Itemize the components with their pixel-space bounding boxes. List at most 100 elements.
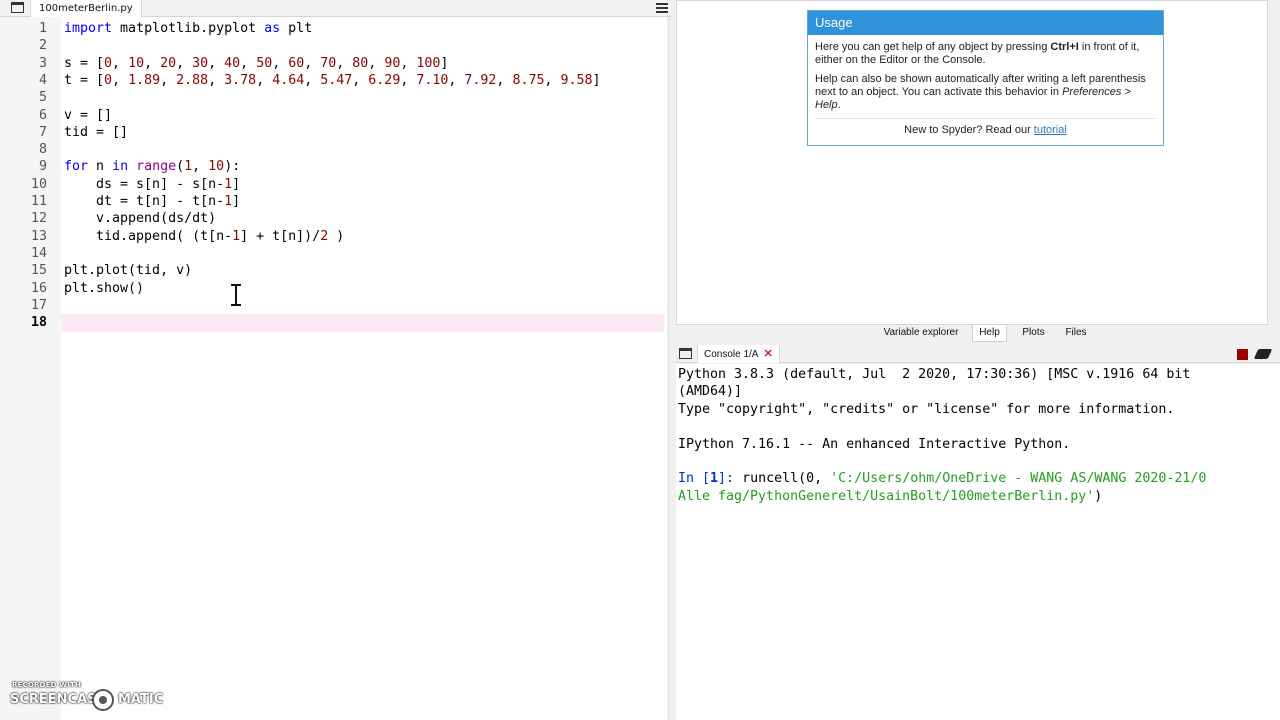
console-input-line-cont: Alle fag/PythonGenerelt/UsainBolt/100met… bbox=[678, 488, 1102, 505]
text-cursor-icon bbox=[230, 283, 242, 307]
tab-files[interactable]: Files bbox=[1060, 325, 1092, 342]
number-literal: 0 bbox=[104, 72, 113, 88]
current-line-highlight bbox=[61, 314, 664, 332]
code-text: ) bbox=[328, 228, 345, 244]
right-pane-tabs: Variable explorer Help Plots Files bbox=[676, 325, 1280, 342]
code-line-3: s = [0, 10, 20, 30, 40, 50, 60, 70, 80, … bbox=[64, 55, 449, 71]
ipython-console[interactable]: Python 3.8.3 (default, Jul 2 2020, 17:30… bbox=[676, 364, 1280, 720]
code-text: n bbox=[88, 159, 113, 175]
help-text: New to Spyder? Read our bbox=[904, 124, 1034, 136]
number-literal: 1 bbox=[224, 176, 233, 192]
editor-pane: 100meterBerlin.py✕ 1 2 3 4 5 6 7 8 9 10 … bbox=[0, 0, 671, 720]
number-literal: 3.78 bbox=[224, 72, 257, 88]
number-literal: 1 bbox=[224, 194, 233, 209]
console-line: Python 3.8.3 (default, Jul 2 2020, 17:30… bbox=[678, 367, 1191, 382]
tab-variable-explorer[interactable]: Variable explorer bbox=[876, 325, 966, 342]
keyword: as bbox=[264, 21, 281, 36]
line-number: 1 bbox=[38, 21, 47, 36]
number-literal: 20 bbox=[160, 55, 177, 71]
line-number: 6 bbox=[38, 107, 47, 123]
line-number: 7 bbox=[38, 124, 47, 140]
console-header: Console 1/A ✕ bbox=[676, 345, 1280, 363]
number-literal: 70 bbox=[320, 55, 337, 71]
screencast-watermark: RECORDED WITH SCREENCAST MATIC bbox=[10, 681, 170, 715]
help-pane: Usage Here you can get help of any objec… bbox=[676, 0, 1268, 325]
window-icon[interactable] bbox=[11, 2, 24, 13]
number-literal: 7.92 bbox=[464, 72, 497, 88]
tutorial-link[interactable]: tutorial bbox=[1034, 124, 1067, 136]
keyword: for bbox=[64, 159, 89, 175]
code-text: ] bbox=[232, 176, 241, 192]
number-literal: 5.47 bbox=[320, 72, 353, 88]
line-number: 13 bbox=[30, 228, 47, 244]
hamburger-menu-icon[interactable] bbox=[656, 3, 668, 13]
number-literal: 30 bbox=[192, 55, 209, 71]
code-text: ds = s[n] - s[n- bbox=[64, 176, 225, 192]
line-number-current: 18 bbox=[30, 315, 47, 331]
code-line-12: v.append(ds/dt) bbox=[64, 211, 217, 227]
console-tab[interactable]: Console 1/A ✕ bbox=[697, 345, 780, 363]
keyword: import bbox=[64, 21, 113, 36]
number-literal: 1 bbox=[232, 228, 241, 244]
line-number: 12 bbox=[30, 211, 47, 227]
prompt: In [ bbox=[678, 471, 711, 487]
keyword: in bbox=[112, 159, 129, 175]
window-icon[interactable] bbox=[679, 348, 692, 359]
editor-scrollbar[interactable] bbox=[667, 17, 671, 720]
command: runcell( bbox=[742, 471, 807, 487]
divider bbox=[815, 118, 1156, 119]
number-literal: 100 bbox=[416, 55, 441, 71]
console-line: IPython 7.16.1 -- An enhanced Interactiv… bbox=[678, 436, 1071, 452]
line-number: 3 bbox=[38, 55, 47, 71]
usage-box: Usage Here you can get help of any objec… bbox=[807, 10, 1164, 146]
close-icon[interactable]: ✕ bbox=[763, 345, 772, 363]
tab-plots[interactable]: Plots bbox=[1016, 325, 1051, 342]
eraser-icon[interactable] bbox=[1253, 349, 1273, 359]
console-line: (AMD64)] bbox=[678, 384, 743, 400]
usage-footer: New to Spyder? Read our tutorial bbox=[815, 124, 1156, 137]
line-number: 8 bbox=[38, 142, 47, 158]
prompt-number: 1 bbox=[710, 471, 719, 487]
builtin: range bbox=[128, 159, 177, 175]
line-number: 5 bbox=[38, 90, 47, 106]
tab-help[interactable]: Help bbox=[972, 325, 1007, 342]
help-text: Here you can get help of any object by p… bbox=[815, 41, 1051, 53]
number-literal: 10 bbox=[208, 159, 225, 175]
number-literal: 1.89 bbox=[128, 72, 161, 88]
line-number: 4 bbox=[38, 72, 47, 88]
command: ) bbox=[1094, 488, 1103, 504]
command-number: 0 bbox=[806, 471, 815, 487]
line-number: 14 bbox=[30, 245, 47, 261]
code-text: ): bbox=[224, 159, 241, 175]
code-line-6: v = [] bbox=[64, 107, 113, 123]
code-line-13: tid.append( (t[n-1] + t[n])/2 ) bbox=[64, 228, 664, 245]
number-literal: 90 bbox=[384, 55, 401, 71]
number-literal: 7.10 bbox=[416, 72, 449, 88]
code-text: plt bbox=[280, 21, 313, 36]
file-tab[interactable]: 100meterBerlin.py✕ bbox=[30, 0, 142, 17]
usage-title: Usage bbox=[808, 11, 1163, 35]
number-literal: 9.58 bbox=[560, 72, 593, 88]
console-input-line: In [1]: runcell(0, 'C:/Users/ohm/OneDriv… bbox=[678, 470, 1206, 487]
number-literal: 4.64 bbox=[272, 72, 305, 88]
console-tab-label: Console 1/A bbox=[704, 349, 759, 360]
code-text: ( bbox=[176, 159, 185, 175]
file-tab-label: 100meterBerlin.py bbox=[39, 3, 133, 14]
line-number: 15 bbox=[30, 263, 47, 279]
code-text: tid.append( (t[n- bbox=[64, 228, 233, 244]
code-text: ] bbox=[232, 194, 241, 209]
number-literal: 0 bbox=[104, 55, 113, 71]
line-number: 9 bbox=[38, 159, 47, 175]
stop-icon[interactable] bbox=[1237, 349, 1248, 360]
line-number: 2 bbox=[38, 38, 47, 54]
number-literal: 2.88 bbox=[176, 72, 209, 88]
number-literal: 40 bbox=[224, 55, 241, 71]
path-string: 'C:/Users/ohm/OneDrive - WANG AS/WANG 20… bbox=[830, 471, 1207, 487]
line-number: 17 bbox=[30, 297, 47, 313]
number-literal: 80 bbox=[352, 55, 369, 71]
path-string: Alle fag/PythonGenerelt/UsainBolt/100met… bbox=[678, 488, 1095, 504]
code-line-10: ds = s[n] - s[n-1] bbox=[64, 176, 664, 193]
spyder-window: 100meterBerlin.py✕ 1 2 3 4 5 6 7 8 9 10 … bbox=[0, 0, 1280, 720]
code-line-15: plt.plot(tid, v) bbox=[64, 263, 193, 279]
code-text: dt = t[n] - t[n- bbox=[64, 194, 225, 209]
